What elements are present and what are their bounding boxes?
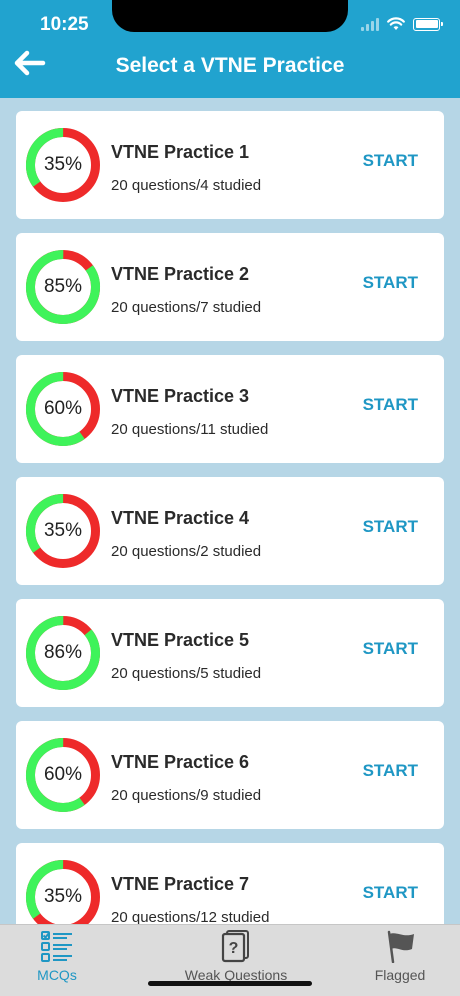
practice-progress-text: 20 questions/2 studied xyxy=(111,543,262,560)
practice-progress-text: 20 questions/7 studied xyxy=(111,299,262,316)
practice-title: VTNE Practice 3 xyxy=(111,386,250,406)
practice-card[interactable]: 85% VTNE Practice 2 20 questions/7 studied… xyxy=(16,233,444,341)
practice-card[interactable]: 35% VTNE Practice 4 20 questions/2 studied… xyxy=(16,477,444,585)
page-title: Select a VTNE Practice xyxy=(115,54,345,77)
progress-percent: 35% xyxy=(43,886,83,907)
tab-mcqs[interactable]: MCQs xyxy=(18,925,96,996)
app-header: 10:25 Select a VTNE Practice xyxy=(0,0,460,98)
home-indicator xyxy=(148,981,312,986)
progress-percent: 86% xyxy=(43,642,83,663)
checklist-icon xyxy=(41,931,72,962)
practice-card[interactable]: 35% VTNE Practice 7 20 questions/12 studie… xyxy=(16,843,444,924)
start-button[interactable]: START xyxy=(363,151,418,171)
progress-percent: 35% xyxy=(43,520,83,541)
practice-progress-text: 20 questions/4 studied xyxy=(111,177,262,194)
progress-percent: 60% xyxy=(43,764,83,785)
practice-progress-text: 20 questions/11 studied xyxy=(111,421,269,438)
start-button[interactable]: START xyxy=(363,273,418,293)
practice-progress-text: 20 questions/9 studied xyxy=(111,787,262,804)
battery-icon xyxy=(413,17,443,31)
practice-title: VTNE Practice 1 xyxy=(111,142,250,162)
practice-card[interactable]: 86% VTNE Practice 5 20 questions/5 studied… xyxy=(16,599,444,707)
practice-title: VTNE Practice 6 xyxy=(111,752,250,772)
practice-progress-text: 20 questions/5 studied xyxy=(111,665,262,682)
start-button[interactable]: START xyxy=(363,761,418,781)
start-button[interactable]: START xyxy=(363,883,418,903)
practice-card[interactable]: 60% VTNE Practice 6 20 questions/9 studied… xyxy=(16,721,444,829)
start-button[interactable]: START xyxy=(363,517,418,537)
question-card-icon: ? xyxy=(221,930,249,963)
svg-text:?: ? xyxy=(229,940,239,957)
practice-title: VTNE Practice 7 xyxy=(111,874,250,894)
practice-card[interactable]: 60% VTNE Practice 3 20 questions/11 studie… xyxy=(16,355,444,463)
practice-title: VTNE Practice 5 xyxy=(111,630,250,650)
start-button[interactable]: START xyxy=(363,395,418,415)
progress-percent: 35% xyxy=(43,154,83,175)
tab-mcqs-label: MCQs xyxy=(37,967,77,983)
practice-card[interactable]: 35% VTNE Practice 1 20 questions/4 studied… xyxy=(16,111,444,219)
device-notch xyxy=(112,0,348,32)
tab-flagged-label: Flagged xyxy=(374,967,426,983)
start-button[interactable]: START xyxy=(363,639,418,659)
practice-title: VTNE Practice 4 xyxy=(111,508,250,528)
practice-title: VTNE Practice 2 xyxy=(111,264,250,284)
flag-icon xyxy=(387,930,414,963)
practice-list[interactable]: 35% VTNE Practice 1 20 questions/4 studied… xyxy=(0,98,460,924)
wifi-icon xyxy=(387,17,405,30)
tab-flagged[interactable]: Flagged xyxy=(360,925,440,996)
cellular-signal-icon xyxy=(361,17,379,31)
status-icons xyxy=(361,14,443,34)
practice-progress-text: 20 questions/12 studied xyxy=(111,909,270,924)
progress-percent: 85% xyxy=(43,276,83,297)
progress-percent: 60% xyxy=(43,398,83,419)
status-time: 10:25 xyxy=(40,14,89,35)
